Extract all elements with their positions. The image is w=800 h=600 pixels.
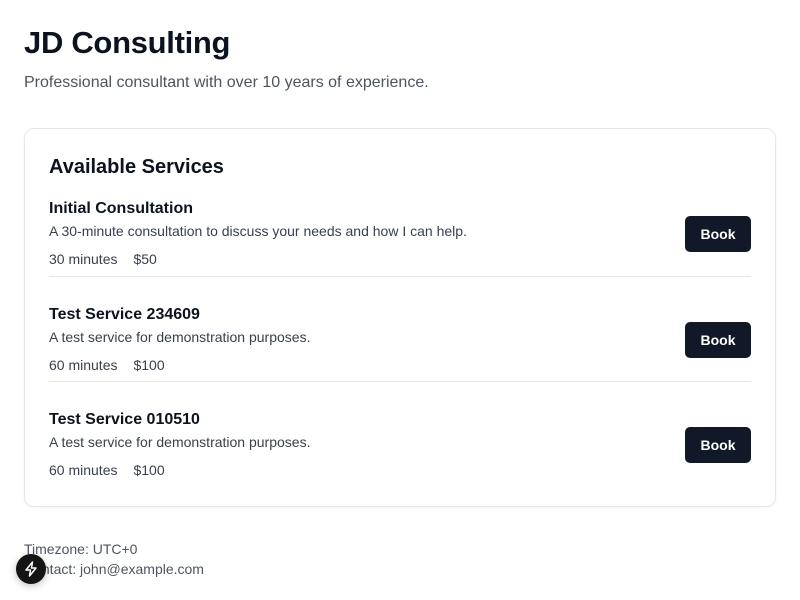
services-card: Available Services Initial Consultation … — [24, 128, 776, 507]
dev-tools-badge[interactable] — [16, 554, 46, 584]
service-duration: 60 minutes — [49, 461, 118, 478]
service-name: Test Service 234609 — [49, 305, 200, 323]
page-subtitle: Professional consultant with over 10 yea… — [24, 74, 429, 91]
service-price: $100 — [133, 461, 165, 478]
service-info: Test Service 010510 A test service for d… — [49, 410, 310, 480]
service-meta: 60 minutes $100 — [49, 460, 310, 480]
service-info: Initial Consultation A 30-minute consult… — [49, 199, 467, 269]
service-name: Initial Consultation — [49, 200, 193, 217]
page-title: JD Consulting — [24, 25, 231, 60]
lightning-bolt-icon — [25, 561, 37, 577]
book-button[interactable]: Book — [685, 321, 751, 358]
service-meta: 60 minutes $100 — [49, 355, 310, 375]
service-duration: 30 minutes — [49, 251, 118, 267]
service-item: Test Service 234609 A test service for d… — [49, 276, 751, 381]
service-duration: 60 minutes — [49, 356, 118, 373]
service-description: A 30-minute consultation to discuss your… — [49, 223, 467, 239]
book-button[interactable]: Book — [685, 216, 751, 252]
book-button[interactable]: Book — [685, 426, 751, 463]
services-list: Initial Consultation A 30-minute consult… — [49, 192, 751, 486]
service-name: Test Service 010510 — [49, 410, 200, 428]
services-card-title: Available Services — [49, 156, 224, 178]
service-price: $50 — [133, 251, 157, 267]
contact-text: Contact: john@example.com — [24, 561, 204, 577]
service-meta: 30 minutes $50 — [49, 249, 467, 269]
service-item: Test Service 010510 A test service for d… — [49, 381, 751, 486]
service-description: A test service for demonstration purpose… — [49, 328, 311, 345]
service-price: $100 — [133, 356, 165, 373]
footer: Timezone: UTC+0 Contact: john@example.co… — [24, 539, 776, 579]
timezone-text: Timezone: UTC+0 — [24, 541, 138, 557]
service-description: A test service for demonstration purpose… — [49, 433, 311, 450]
service-info: Test Service 234609 A test service for d… — [49, 305, 310, 375]
page: JD Consulting Professional consultant wi… — [0, 0, 800, 600]
service-item: Initial Consultation A 30-minute consult… — [49, 192, 751, 276]
